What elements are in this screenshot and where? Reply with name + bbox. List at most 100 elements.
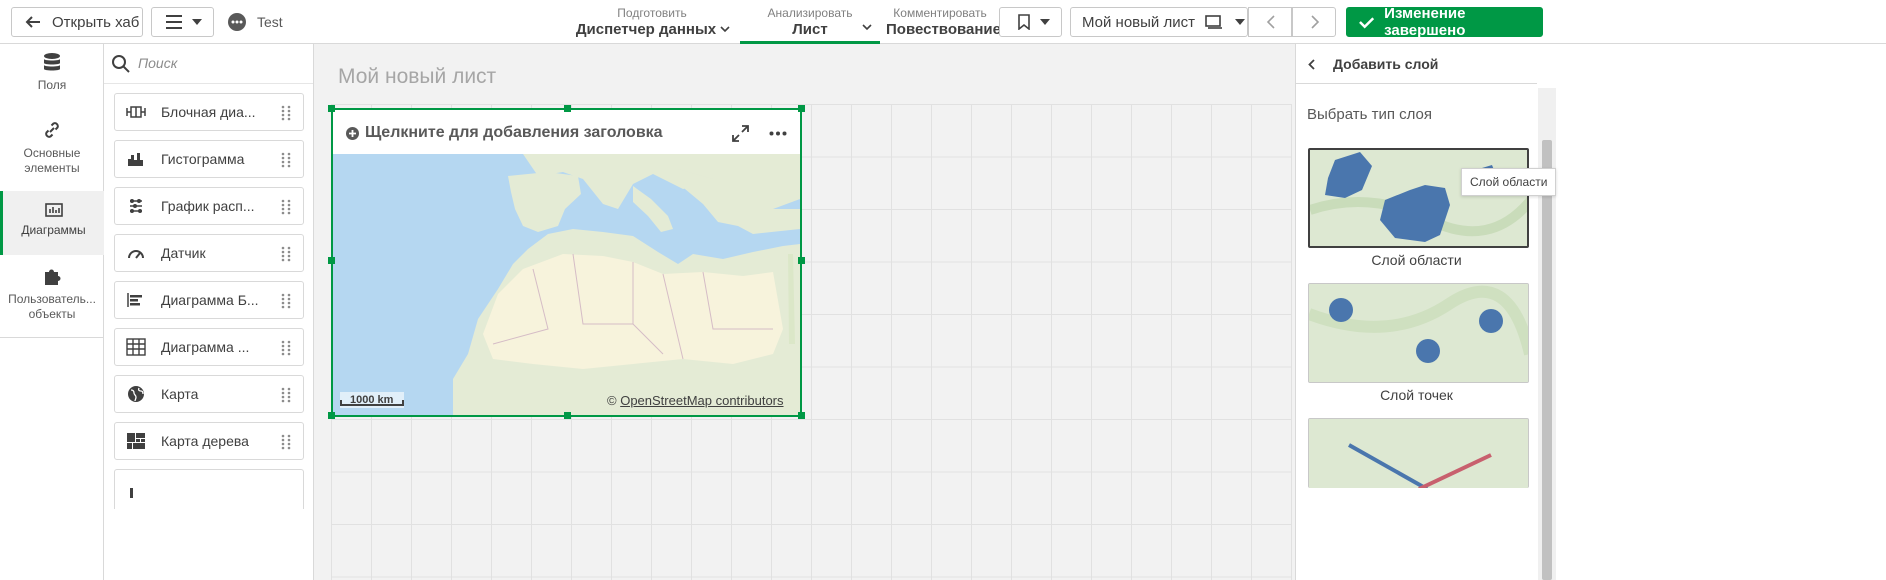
chevron-down-icon bbox=[720, 26, 730, 33]
panel-scrollbar[interactable] bbox=[1538, 88, 1556, 580]
chart-item-table[interactable]: Диаграмма ... bbox=[114, 328, 304, 366]
gauge-icon bbox=[125, 245, 147, 261]
resize-handle[interactable] bbox=[564, 412, 571, 419]
bookmark-icon bbox=[1018, 14, 1030, 30]
attribution-link[interactable]: OpenStreetMap contributors bbox=[620, 393, 783, 408]
chart-item-boxplot[interactable]: Блочная диа... bbox=[114, 93, 304, 131]
area-layer-card[interactable] bbox=[1308, 148, 1529, 248]
resize-handle[interactable] bbox=[798, 412, 805, 419]
chart-item-gauge[interactable]: Датчик bbox=[114, 234, 304, 272]
check-icon bbox=[1359, 16, 1375, 29]
search-box[interactable]: Поиск bbox=[104, 44, 313, 84]
nav-analyze[interactable]: Анализировать Лист bbox=[740, 0, 880, 44]
rail-item-custom-objects[interactable]: Пользователь... объекты bbox=[0, 266, 104, 338]
resize-handle[interactable] bbox=[328, 412, 335, 419]
drag-handle-icon[interactable] bbox=[281, 105, 291, 124]
chart-item-label: Карта bbox=[161, 386, 199, 402]
expand-icon[interactable] bbox=[732, 125, 749, 142]
rail-item-fields[interactable]: Поля bbox=[0, 52, 104, 112]
resize-handle[interactable] bbox=[328, 105, 335, 112]
sheet-selector[interactable]: Мой новый лист bbox=[1070, 7, 1248, 37]
chart-icon bbox=[125, 482, 147, 498]
app-icon bbox=[228, 13, 246, 31]
chart-item-label: Диаграмма ... bbox=[161, 339, 250, 355]
caret-down-icon bbox=[1040, 19, 1050, 25]
scrollbar-thumb[interactable] bbox=[1542, 140, 1552, 580]
drag-handle-icon[interactable] bbox=[281, 152, 291, 171]
done-editing-button[interactable]: Изменение завершено bbox=[1346, 5, 1543, 39]
bookmark-button[interactable] bbox=[999, 7, 1062, 37]
chart-item-label: Датчик bbox=[161, 245, 206, 261]
line-layer-card[interactable] bbox=[1308, 418, 1529, 488]
point-layer-card[interactable] bbox=[1308, 283, 1529, 383]
resize-handle[interactable] bbox=[328, 257, 335, 264]
link-icon bbox=[45, 122, 59, 138]
more-options-icon[interactable] bbox=[769, 131, 787, 136]
object-header: Щелкните для добавления заголовка bbox=[333, 110, 800, 154]
open-hub-button[interactable]: Открыть хаб bbox=[11, 7, 143, 37]
chevron-left-icon bbox=[1266, 15, 1275, 29]
left-rail: Поля Основные элементы Диаграммы Пользов… bbox=[0, 44, 104, 580]
chart-item-label: График расп... bbox=[161, 198, 255, 214]
rail-item-master-line1: Основные bbox=[23, 146, 81, 160]
rail-item-fields-label: Поля bbox=[37, 78, 67, 92]
chevron-down-icon bbox=[862, 24, 872, 31]
chart-item-treemap[interactable]: Карта дерева bbox=[114, 422, 304, 460]
map-attribution: © OpenStreetMap contributors bbox=[607, 393, 784, 408]
bullet-icon bbox=[125, 292, 147, 308]
boxplot-icon bbox=[125, 104, 147, 120]
search-input[interactable]: Поиск bbox=[138, 55, 177, 71]
rail-item-custom-line1: Пользователь... bbox=[8, 292, 96, 306]
app-name: Test bbox=[257, 14, 283, 30]
drag-handle-icon[interactable] bbox=[281, 293, 291, 312]
previous-sheet-button[interactable] bbox=[1248, 7, 1292, 37]
point-layer-preview bbox=[1309, 284, 1528, 382]
nav-narrate-small: Комментировать bbox=[893, 6, 987, 20]
rail-item-master-items[interactable]: Основные элементы bbox=[0, 120, 104, 186]
drag-handle-icon[interactable] bbox=[281, 434, 291, 453]
drag-handle-icon[interactable] bbox=[281, 340, 291, 359]
global-menu-button[interactable] bbox=[151, 7, 214, 37]
sheet-selector-label: Мой новый лист bbox=[1082, 13, 1195, 31]
rail-item-master-line2: элементы bbox=[24, 161, 80, 175]
chart-item-map[interactable]: Карта bbox=[114, 375, 304, 413]
nav-narrate[interactable]: Комментировать Повествование bbox=[886, 0, 1001, 44]
database-icon bbox=[44, 53, 60, 71]
nav-prepare-big: Диспетчер данных bbox=[575, 21, 717, 38]
line-layer-preview bbox=[1309, 419, 1528, 488]
nav-prepare[interactable]: Подготовить Диспетчер данных bbox=[574, 0, 730, 44]
rail-item-charts[interactable]: Диаграммы bbox=[0, 191, 104, 255]
nav-narrate-big: Повествование bbox=[886, 21, 1001, 38]
hamburger-icon bbox=[166, 15, 182, 29]
resize-handle[interactable] bbox=[798, 257, 805, 264]
treemap-icon bbox=[125, 433, 147, 449]
chart-item-bullet[interactable]: Диаграмма Б... bbox=[114, 281, 304, 319]
next-sheet-button[interactable] bbox=[1292, 7, 1336, 37]
nav-analyze-big: Лист bbox=[792, 21, 828, 38]
map-view[interactable] bbox=[333, 154, 800, 415]
chevron-left-icon[interactable] bbox=[1308, 59, 1315, 70]
drag-handle-icon[interactable] bbox=[281, 246, 291, 265]
object-title[interactable]: Щелкните для добавления заголовка bbox=[365, 124, 663, 142]
drag-handle-icon[interactable] bbox=[281, 199, 291, 218]
nav-prepare-small: Подготовить bbox=[617, 6, 687, 20]
resize-handle[interactable] bbox=[564, 105, 571, 112]
sheet-canvas[interactable]: Мой новый лист Щелкните для добавления з… bbox=[314, 44, 1295, 580]
histogram-icon bbox=[125, 151, 147, 167]
chart-item-distribution[interactable]: График расп... bbox=[114, 187, 304, 225]
chart-item-partial[interactable] bbox=[114, 469, 304, 509]
resize-handle[interactable] bbox=[798, 105, 805, 112]
plus-circle-icon[interactable] bbox=[346, 127, 359, 140]
rail-item-custom-line2: объекты bbox=[28, 307, 76, 321]
map-object[interactable]: Щелкните для добавления заголовка 1000 k… bbox=[328, 105, 805, 419]
layer-tooltip: Слой области bbox=[1461, 168, 1557, 196]
sheet-title[interactable]: Мой новый лист bbox=[338, 65, 496, 89]
chart-item-histogram[interactable]: Гистограмма bbox=[114, 140, 304, 178]
chart-item-label: Блочная диа... bbox=[161, 104, 256, 120]
panel-header[interactable]: Добавить слой bbox=[1296, 44, 1537, 84]
assets-panel: Поиск Блочная диа... Гистограмма График … bbox=[104, 44, 314, 580]
rail-item-charts-label: Диаграммы bbox=[21, 223, 86, 237]
globe-icon bbox=[125, 385, 147, 403]
chart-icon bbox=[44, 203, 63, 217]
drag-handle-icon[interactable] bbox=[281, 387, 291, 406]
